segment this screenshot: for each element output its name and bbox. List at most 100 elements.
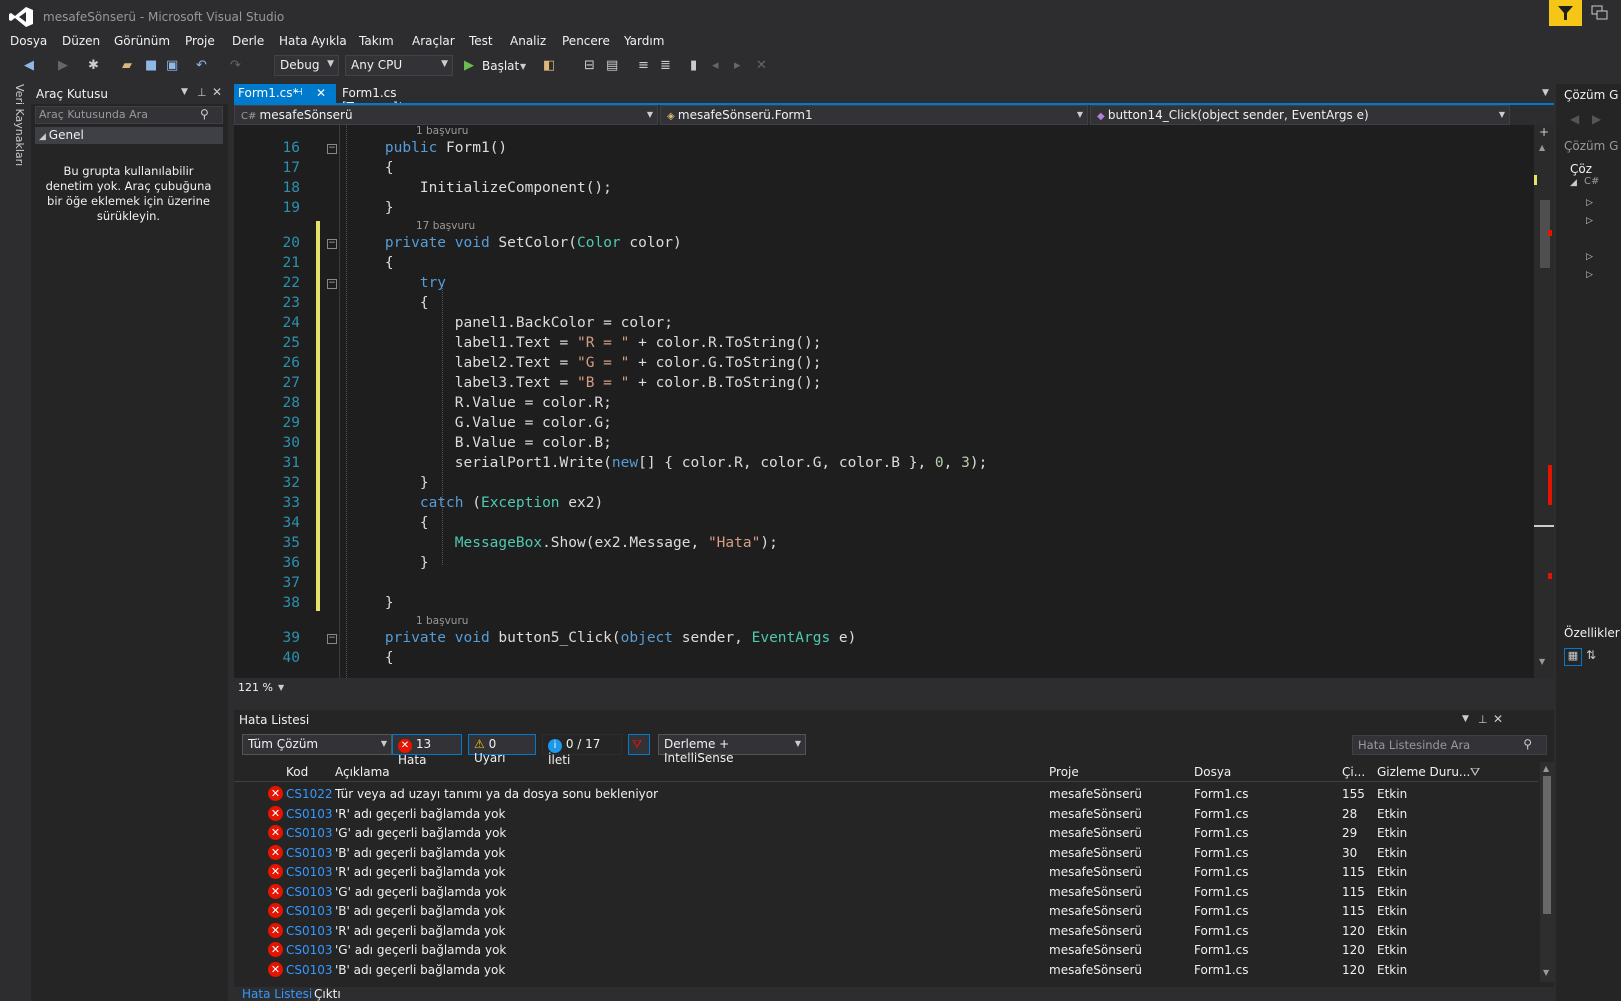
new-project-icon[interactable]: ✱: [88, 58, 99, 73]
error-list-search-input[interactable]: Hata Listesinde Ara ⚲: [1352, 735, 1547, 755]
tab-form1-cs[interactable]: Form1.cs* ⊣ ✕: [234, 84, 336, 104]
close-icon[interactable]: ✕: [1493, 712, 1503, 726]
bookmark-icon[interactable]: ▮: [690, 58, 697, 73]
collapse-icon[interactable]: −: [327, 239, 337, 249]
codelens-references[interactable]: 1 başvuru: [416, 615, 468, 627]
categorized-icon[interactable]: ▦: [1564, 648, 1582, 666]
table-row[interactable]: ✕ CS0103 'R' adı geçerli bağlamda yok mesaf…: [234, 862, 1538, 882]
data-sources-tab[interactable]: Veri Kaynakları: [6, 84, 26, 166]
collapse-icon[interactable]: −: [327, 144, 337, 154]
error-code-link[interactable]: CS0103: [286, 807, 333, 821]
chevron-down-icon[interactable]: ▼: [1462, 714, 1469, 724]
solution-explorer-icon[interactable]: ⊟: [584, 58, 595, 73]
member-dropdown[interactable]: ◆ button14_Click(object sender, EventArg…: [1090, 105, 1510, 125]
column-suppression[interactable]: Gizleme Duru...: [1377, 765, 1470, 779]
search-icon[interactable]: ⚲: [1523, 737, 1532, 751]
scroll-up-icon[interactable]: ▲: [1539, 143, 1545, 152]
toolbox-group-genel[interactable]: ◢ Genel: [35, 127, 223, 144]
table-row[interactable]: ✕ CS1022 Tür veya ad uzayı tanımı ya da do…: [234, 784, 1538, 804]
error-code-link[interactable]: CS0103: [286, 865, 333, 879]
menu-yardim[interactable]: Yardım: [624, 34, 664, 48]
scroll-up-icon[interactable]: ▲: [1543, 764, 1549, 773]
menu-gorunum[interactable]: Görünüm: [114, 34, 170, 48]
filter-build-icon[interactable]: ⛛: [628, 734, 650, 755]
indent-icon[interactable]: ≡: [638, 58, 649, 73]
collapse-icon[interactable]: −: [327, 634, 337, 644]
column-project[interactable]: Proje: [1049, 765, 1079, 779]
error-code-link[interactable]: CS0103: [286, 904, 333, 918]
chevron-down-icon[interactable]: ▼: [278, 683, 284, 692]
pin-icon[interactable]: ⊥: [197, 86, 207, 99]
column-file[interactable]: Dosya: [1194, 765, 1231, 779]
error-code-link[interactable]: CS0103: [286, 885, 333, 899]
pin-icon[interactable]: ⊥: [1478, 713, 1488, 726]
forward-icon[interactable]: ▶: [58, 58, 68, 73]
error-code-link[interactable]: CS0103: [286, 924, 333, 938]
menu-hata-ayikla[interactable]: Hata Ayıkla: [279, 34, 347, 48]
error-code-link[interactable]: CS0103: [286, 963, 333, 977]
table-row[interactable]: ✕ CS0103 'B' adı geçerli bağlamda yok mesaf…: [234, 960, 1538, 980]
alphabetical-icon[interactable]: ⇅: [1586, 648, 1596, 662]
menu-proje[interactable]: Proje: [185, 34, 215, 48]
zoom-level[interactable]: 121 %: [238, 681, 273, 694]
table-row[interactable]: ✕ CS0103 'G' adı geçerli bağlamda yok mesaf…: [234, 823, 1538, 843]
messages-filter-button[interactable]: i 0 / 17 İleti: [542, 734, 622, 767]
error-code-link[interactable]: CS0103: [286, 826, 333, 840]
column-description[interactable]: Açıklama: [335, 765, 390, 779]
collapse-triangle-icon[interactable]: ▷: [1586, 252, 1593, 262]
notifications-icon[interactable]: [1549, 0, 1582, 26]
collapse-triangle-icon[interactable]: ▷: [1586, 270, 1593, 280]
save-all-icon[interactable]: ▣: [166, 58, 178, 73]
find-icon[interactable]: ◧: [543, 58, 555, 73]
warnings-filter-button[interactable]: ⚠ 0 Uyarı: [468, 734, 536, 765]
csharp-project-icon[interactable]: C#: [1584, 176, 1599, 187]
forward-icon[interactable]: ▶: [1592, 112, 1601, 126]
menu-araclar[interactable]: Araçlar: [412, 34, 455, 48]
chevron-down-icon[interactable]: ▼: [181, 87, 188, 97]
prev-bookmark-icon[interactable]: ◂: [712, 58, 719, 73]
undo-icon[interactable]: ↶: [196, 58, 207, 73]
scrollbar-thumb[interactable]: [1543, 776, 1551, 914]
menu-duzen[interactable]: Düzen: [62, 34, 100, 48]
table-row[interactable]: ✕ CS0103 'R' adı geçerli bağlamda yok mesaf…: [234, 804, 1538, 824]
chevron-down-icon[interactable]: ▼: [520, 62, 526, 71]
save-icon[interactable]: ■: [145, 58, 157, 73]
back-icon[interactable]: ◀: [1570, 112, 1579, 126]
column-line[interactable]: Çi...: [1342, 765, 1365, 779]
solution-node[interactable]: Çöz: [1570, 162, 1592, 176]
scroll-down-icon[interactable]: ▼: [1543, 968, 1549, 977]
solution-explorer-search[interactable]: Çözüm G: [1564, 139, 1618, 153]
split-icon[interactable]: +: [1539, 125, 1549, 139]
tab-overflow-icon[interactable]: ▼: [1542, 88, 1549, 98]
error-code-link[interactable]: CS0103: [286, 943, 333, 957]
class-dropdown[interactable]: ◈ mesafeSönserü.Form1 ▼: [660, 105, 1088, 125]
menu-test[interactable]: Test: [469, 34, 493, 48]
collapse-triangle-icon[interactable]: ▷: [1586, 198, 1593, 208]
open-file-icon[interactable]: ▰: [122, 58, 132, 73]
tab-form1-designer[interactable]: Form1.cs [Tasarım]*: [336, 84, 456, 114]
codelens-references[interactable]: 1 başvuru: [416, 125, 468, 137]
toolbox-search-input[interactable]: Araç Kutusunda Ara ⚲: [35, 106, 223, 124]
clear-bookmarks-icon[interactable]: ✕: [756, 58, 767, 73]
table-row[interactable]: ✕ CS0103 'G' adı geçerli bağlamda yok mesaf…: [234, 940, 1538, 960]
redo-icon[interactable]: ↷: [230, 58, 241, 73]
error-code-link[interactable]: CS0103: [286, 846, 333, 860]
start-button[interactable]: Başlat: [482, 59, 519, 73]
error-code-link[interactable]: CS1022: [286, 787, 333, 801]
table-row[interactable]: ✕ CS0103 'G' adı geçerli bağlamda yok mesaf…: [234, 882, 1538, 902]
build-filter-dropdown[interactable]: Derleme + IntelliSense ▼: [658, 734, 806, 765]
back-icon[interactable]: ◀: [24, 58, 34, 73]
error-list-scrollbar[interactable]: ▲ ▼: [1540, 762, 1554, 982]
next-bookmark-icon[interactable]: ▸: [734, 58, 741, 73]
menu-dosya[interactable]: Dosya: [10, 34, 47, 48]
code-editor[interactable]: 1 başvuru 16 − public Form1() 17 { 18 In…: [234, 125, 1534, 678]
close-icon[interactable]: ✕: [316, 86, 326, 100]
close-icon[interactable]: ✕: [212, 85, 222, 99]
tab-error-list[interactable]: Hata Listesi: [242, 987, 312, 1001]
menu-pencere[interactable]: Pencere: [562, 34, 610, 48]
menu-derle[interactable]: Derle: [232, 34, 264, 48]
project-dropdown[interactable]: C# mesafeSönserü ▼: [234, 105, 658, 125]
expand-triangle-icon[interactable]: ◢: [1570, 178, 1577, 188]
play-icon[interactable]: ▶: [464, 58, 474, 73]
collapse-triangle-icon[interactable]: ▷: [1586, 216, 1593, 226]
